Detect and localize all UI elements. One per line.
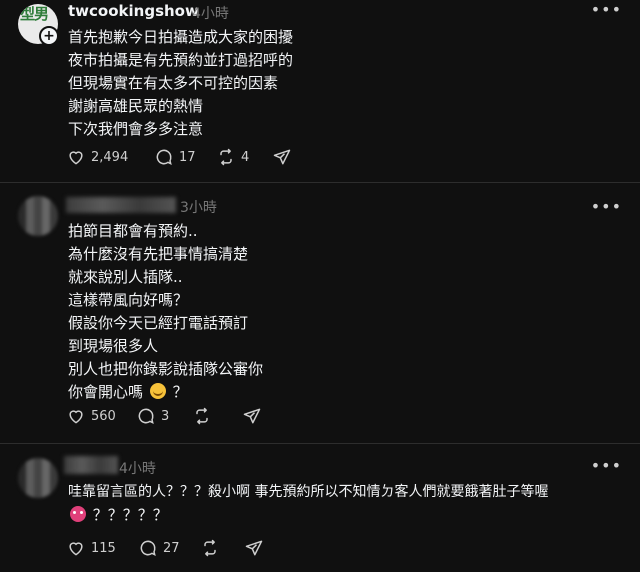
post-text-line: 但現場實在有太多不可控的因素: [68, 74, 279, 92]
post-time: 4小時: [192, 6, 229, 22]
post-text-line: 首先抱歉今日拍攝造成大家的困擾: [68, 28, 294, 46]
comment-button[interactable]: 17: [154, 147, 196, 167]
heart-icon: [69, 542, 83, 556]
post-text-line: 拍節目都會有預約..: [68, 222, 198, 240]
like-button[interactable]: 115: [66, 538, 116, 558]
post-time: 4小時: [119, 461, 156, 477]
post-text: ？？？？？: [92, 506, 168, 524]
comment-button[interactable]: 3: [136, 406, 169, 426]
repost-button[interactable]: [200, 538, 220, 558]
comment-count: 3: [161, 408, 170, 424]
post-text-line: 哇靠留言區的人？？？殺小啊 事先預約所以不知情ㄉ客人們就要餓著肚子等喔: [68, 484, 549, 500]
share-button[interactable]: [272, 147, 292, 167]
smile-emoji-icon: [149, 383, 166, 399]
post-text-line: 為什麼沒有先把事情搞清楚: [68, 245, 249, 263]
comment-bubble-icon: [140, 540, 156, 557]
comment-count: 27: [163, 540, 180, 556]
username[interactable]: [64, 456, 118, 474]
post-text-line-emoji: ？？？？？: [68, 504, 168, 525]
comment-count: 17: [179, 149, 196, 165]
follow-plus-icon[interactable]: +: [39, 26, 59, 46]
like-count: 115: [91, 540, 116, 556]
main-post: 型男 + twcookingshow 4小時 ••• 首先抱歉今日拍攝造成大家的…: [0, 0, 640, 182]
avatar[interactable]: [18, 196, 58, 236]
post-text-line: 別人也把你錄影說插隊公審你: [68, 360, 264, 378]
post-text-line: 就來說別人插隊..: [68, 268, 183, 286]
comment-bubble-icon: [156, 149, 172, 166]
more-dots-icon[interactable]: •••: [591, 456, 622, 475]
like-count: 560: [91, 408, 116, 424]
repost-icon: [220, 148, 232, 166]
share-button[interactable]: [244, 538, 264, 558]
send-icon: [245, 540, 263, 556]
post-text: ？: [172, 383, 188, 401]
avatar-logo-text: 型男: [20, 5, 49, 23]
send-icon: [273, 149, 291, 165]
avatar[interactable]: [18, 458, 58, 498]
comment-bubble-icon: [138, 408, 154, 425]
post-text-line: 夜市拍攝是有先預約並打過招呼的: [68, 51, 294, 69]
post-time: 3小時: [180, 200, 217, 216]
like-button[interactable]: 560: [66, 406, 116, 426]
post-text: 你會開心嗎: [68, 383, 148, 401]
post-text-line: 假設你今天已經打電話預訂: [68, 314, 249, 332]
post-text-line: 謝謝高雄民眾的熱情: [68, 97, 204, 115]
post-text-line-emoji: 你會開心嗎 ？: [68, 381, 188, 402]
repost-icon: [196, 407, 208, 425]
post-text-line: 下次我們會多多注意: [68, 120, 204, 138]
devil-emoji-icon: [70, 506, 86, 522]
heart-icon: [69, 410, 83, 424]
username[interactable]: [66, 197, 176, 213]
username[interactable]: twcookingshow: [68, 2, 199, 20]
send-icon: [243, 408, 261, 424]
post-text-line: 這樣帶風向好嗎？: [68, 291, 189, 309]
repost-button[interactable]: 4: [216, 147, 249, 167]
share-button[interactable]: [242, 406, 262, 426]
post-text-line: 到現場很多人: [68, 337, 159, 355]
like-count: 2,494: [91, 149, 129, 165]
repost-count: 4: [241, 149, 250, 165]
like-button[interactable]: 2,494: [66, 147, 128, 167]
reply-post: 3小時 ••• 拍節目都會有預約.. 為什麼沒有先把事情搞清楚 就來說別人插隊.…: [0, 183, 640, 441]
repost-button[interactable]: [192, 406, 212, 426]
more-dots-icon[interactable]: •••: [591, 0, 622, 19]
reply-post: 4小時 ••• 哇靠留言區的人？？？殺小啊 事先預約所以不知情ㄉ客人們就要餓著肚…: [0, 444, 640, 572]
heart-icon: [69, 151, 83, 165]
more-dots-icon[interactable]: •••: [591, 197, 622, 216]
comment-button[interactable]: 27: [138, 538, 180, 558]
repost-icon: [204, 539, 216, 557]
